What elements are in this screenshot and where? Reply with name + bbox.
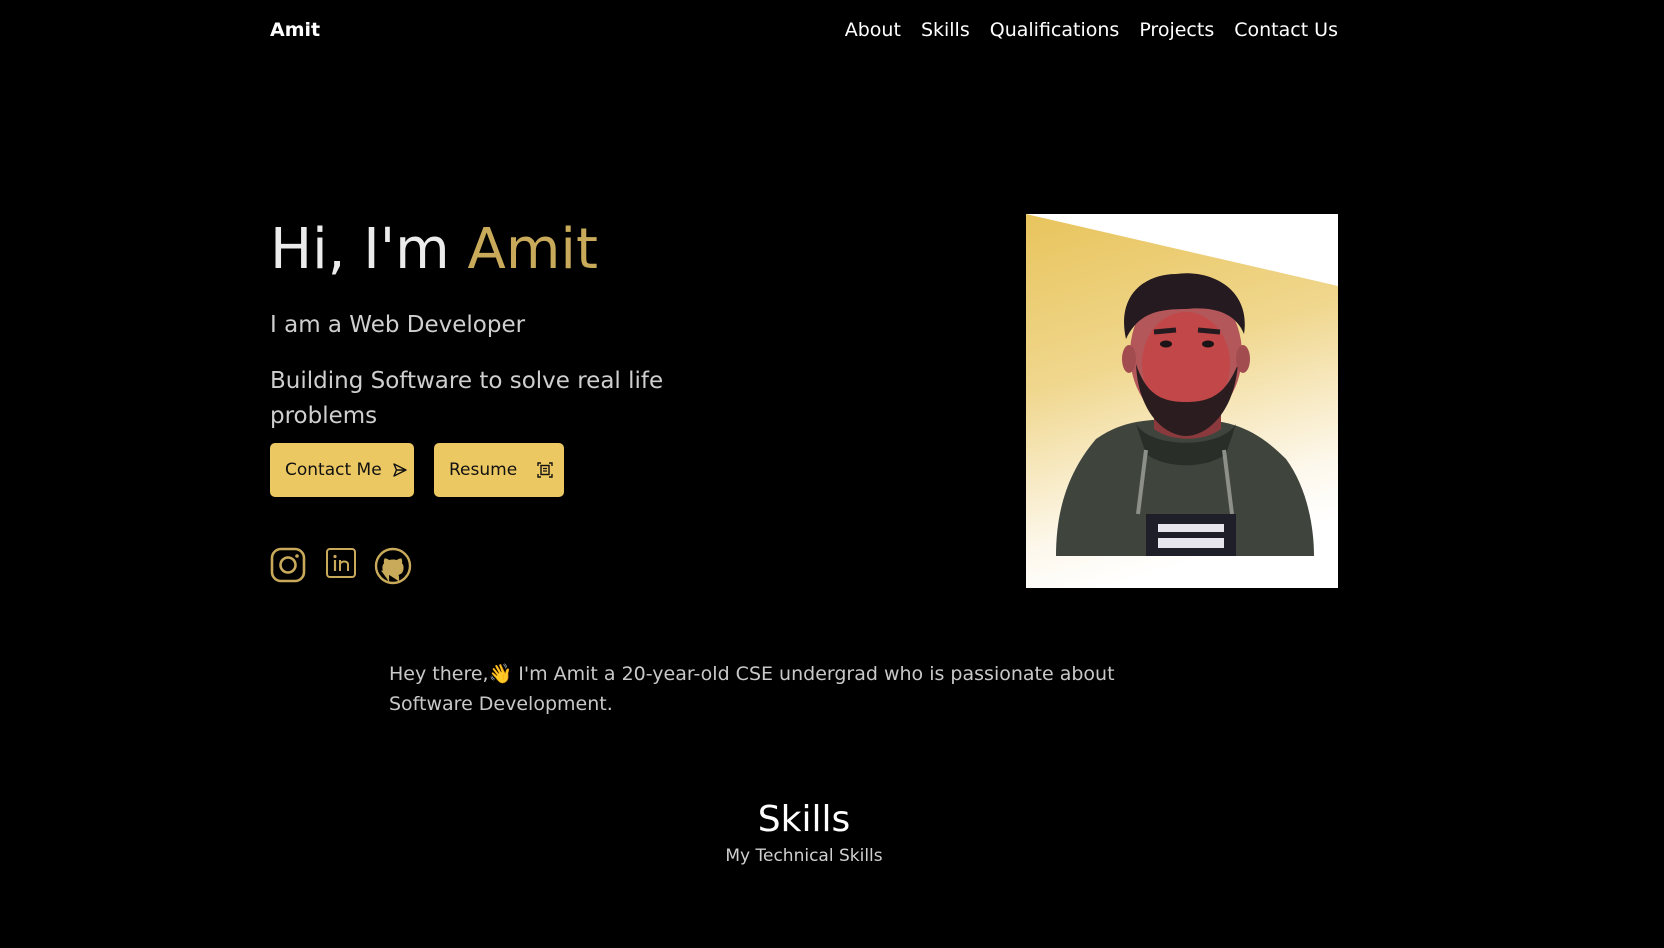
hero-tagline: Building Software to solve real life pro…	[270, 368, 664, 429]
navbar: Amit About Skills Qualifications Project…	[270, 0, 1338, 60]
hero-title: Hi, I'm Amit	[270, 222, 598, 278]
resume-label: Resume	[449, 460, 518, 480]
page: Amit About Skills Qualifications Project…	[0, 0, 1664, 948]
nav-links: About Skills Qualifications Projects Con…	[845, 19, 1338, 41]
send-icon	[392, 463, 407, 477]
document-scan-icon	[537, 462, 553, 478]
skills-subtitle: My Technical Skills	[725, 846, 883, 866]
contact-me-label: Contact Me	[285, 460, 382, 480]
linkedin-icon[interactable]	[325, 547, 357, 579]
hero-name: Amit	[467, 217, 598, 282]
github-icon[interactable]	[374, 547, 412, 585]
profile-photo	[1026, 214, 1338, 588]
hero-greeting: Hi, I'm	[270, 217, 468, 282]
brand-logo[interactable]: Amit	[270, 19, 320, 41]
nav-link-about[interactable]: About	[845, 19, 901, 41]
contact-me-button[interactable]: Contact Me	[270, 443, 414, 497]
nav-link-qualifications[interactable]: Qualifications	[990, 19, 1120, 41]
instagram-icon[interactable]	[270, 547, 306, 583]
nav-link-contact-us[interactable]: Contact Us	[1234, 19, 1338, 41]
resume-button[interactable]: Resume	[434, 443, 564, 497]
nav-link-skills[interactable]: Skills	[921, 19, 970, 41]
nav-link-projects[interactable]: Projects	[1139, 19, 1214, 41]
about-text: Hey there,👋 I'm Amit a 20-year-old CSE u…	[389, 663, 1115, 715]
skills-title: Skills	[757, 799, 851, 840]
hero-subtitle: I am a Web Developer	[270, 312, 526, 338]
profile-photo-image	[1026, 214, 1338, 588]
